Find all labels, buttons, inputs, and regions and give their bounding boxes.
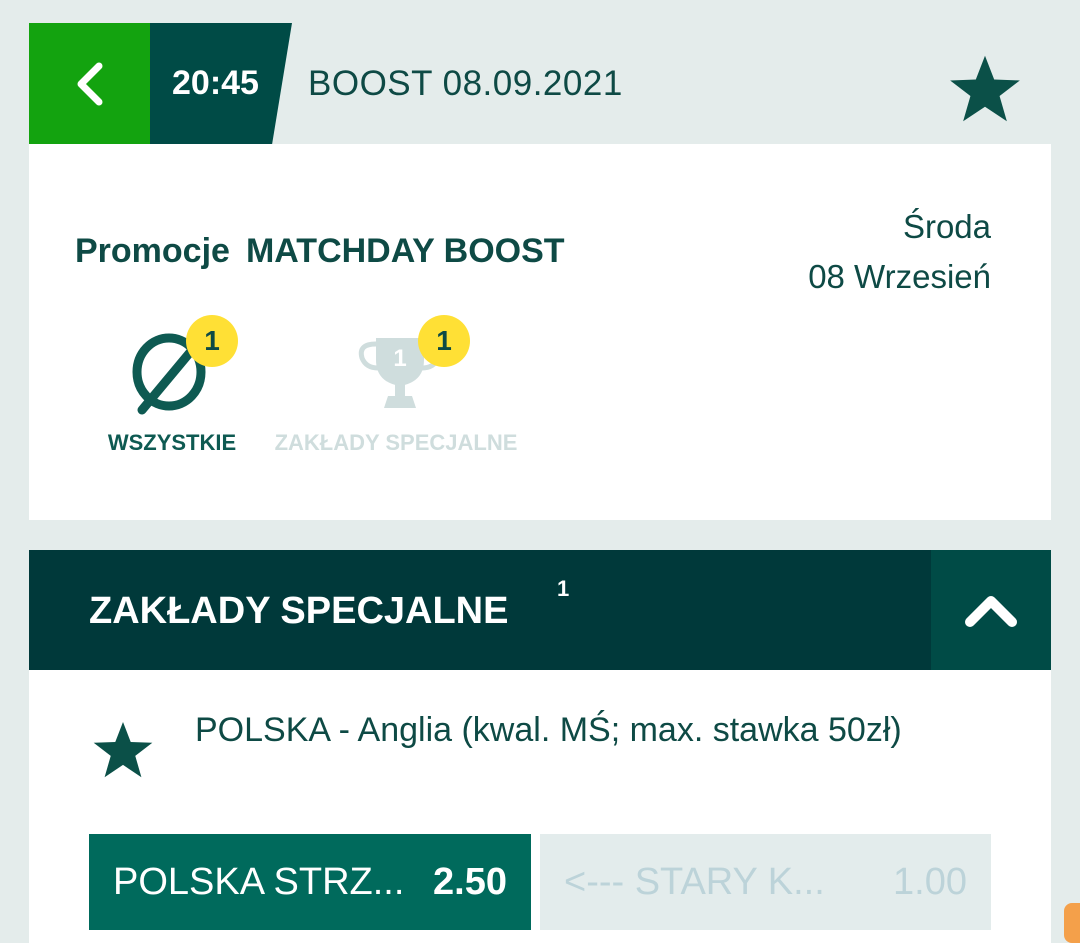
event-time: 20:45 — [172, 64, 259, 102]
filter-all[interactable]: 1 WSZYSTKIE — [107, 315, 238, 456]
odd-button-polska[interactable]: POLSKA STRZ... 2.50 — [89, 834, 531, 930]
odd-value: 1.00 — [893, 860, 967, 903]
filter-all-icon-wrap: 1 — [112, 315, 238, 416]
filter-all-count: 1 — [186, 315, 238, 367]
filter-special-count: 1 — [418, 315, 470, 367]
filter-special[interactable]: 1 1 ZAKŁADY SPECJALNE — [273, 315, 519, 456]
back-button[interactable] — [29, 23, 150, 144]
event-date: 08 Wrzesień — [808, 258, 991, 295]
market-title: POLSKA - Anglia (kwal. MŚ; max. stawka 5… — [195, 711, 902, 749]
event-day: Środa — [902, 208, 991, 245]
collapse-button[interactable] — [931, 550, 1051, 670]
event-header: 20:45 BOOST 08.09.2021 — [29, 23, 1051, 144]
page: 20:45 BOOST 08.09.2021 Promocje MATCHDAY … — [0, 0, 1080, 943]
chevron-up-icon — [965, 596, 1017, 627]
star-icon[interactable] — [945, 51, 1025, 127]
event-card: Promocje MATCHDAY BOOST Środa 08 Wrzesień… — [29, 144, 1051, 520]
odd-value: 2.50 — [433, 860, 507, 903]
event-category: Promocje — [75, 232, 230, 270]
section-header[interactable]: ZAKŁADY SPECJALNE 1 — [29, 550, 1051, 670]
header-title: BOOST 08.09.2021 — [308, 64, 623, 103]
filter-special-icon-wrap: 1 1 — [336, 315, 470, 416]
trophy-number: 1 — [393, 345, 406, 372]
odd-label: POLSKA STRZ... — [113, 860, 405, 903]
section-count: 1 — [557, 576, 570, 601]
filter-special-label: ZAKŁADY SPECJALNE — [274, 430, 518, 455]
section-title: ZAKŁADY SPECJALNE — [89, 590, 509, 632]
chevron-left-icon — [77, 62, 102, 105]
filter-all-label: WSZYSTKIE — [107, 430, 237, 455]
scrollbar-track[interactable] — [1062, 0, 1080, 943]
market-row: POLSKA - Anglia (kwal. MŚ; max. stawka 5… — [29, 670, 1051, 943]
event-title: MATCHDAY BOOST — [245, 232, 565, 270]
odd-button-stary-kurs: <--- STARY K... 1.00 — [540, 834, 991, 930]
odd-label: <--- STARY K... — [564, 860, 825, 903]
star-icon[interactable] — [89, 718, 157, 782]
event-name: Promocje MATCHDAY BOOST — [75, 232, 565, 271]
scrollbar-thumb[interactable] — [1064, 903, 1080, 943]
